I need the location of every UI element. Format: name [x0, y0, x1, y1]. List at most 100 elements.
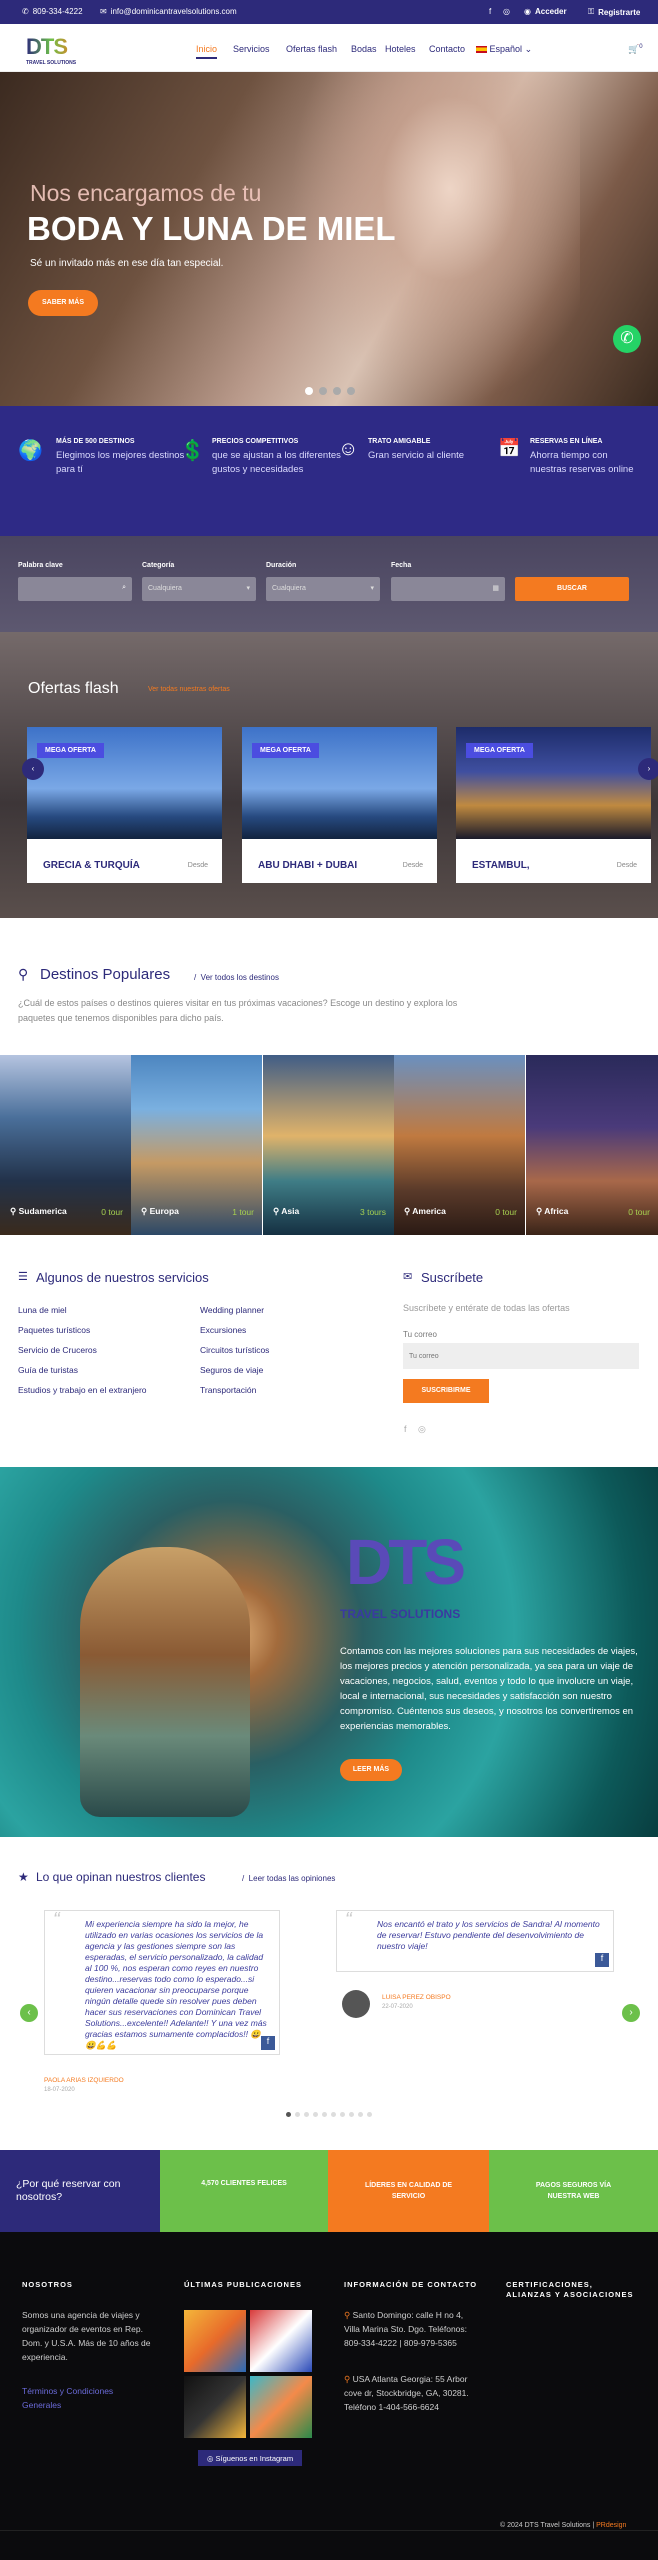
flash-all-link[interactable]: Ver todas nuestras ofertas [148, 686, 230, 693]
carousel-dot[interactable] [331, 2112, 336, 2117]
subscribe-button[interactable]: SUSCRIBIRME [403, 1379, 489, 1403]
date-input[interactable]: ▦ [391, 577, 505, 601]
offer-price-from: Desde [616, 862, 637, 869]
search-button[interactable]: BUSCAR [515, 577, 629, 601]
slider-dot[interactable] [347, 387, 355, 395]
destination-name: ⚲ Africa [536, 1206, 569, 1216]
login-link[interactable]: ◉ Acceder [524, 7, 567, 16]
register-link[interactable]: ⚿ Registrarte [588, 7, 640, 17]
offer-card[interactable]: MEGA OFERTA ESTAMBUL, Desde [456, 727, 651, 883]
email-info[interactable]: ✉ info@dominicantravelsolutions.com [100, 7, 237, 16]
instagram-post[interactable] [184, 2376, 246, 2438]
carousel-dot[interactable] [295, 2112, 300, 2117]
service-link[interactable]: Guía de turistas [18, 1365, 78, 1375]
offer-card[interactable]: MEGA OFERTA ABU DHABI + DUBAI Desde [242, 727, 437, 883]
carousel-dot[interactable] [304, 2112, 309, 2117]
tour-search-form: Palabra clave ⌕ Categoría Cualquiera ▾ Du… [0, 536, 658, 632]
calendar-icon: 📅 [498, 438, 521, 458]
testimonial-date: 18-07-2020 [44, 2087, 75, 2093]
carousel-dot[interactable] [340, 2112, 345, 2117]
carousel-dot[interactable] [358, 2112, 363, 2117]
destination-name: ⚲ Sudamerica [10, 1206, 67, 1216]
mail-icon: ✉ [100, 7, 107, 16]
feature-item: TRATO AMIGABLE Gran servicio al cliente [368, 438, 513, 463]
flash-title: Ofertas flash [28, 680, 119, 697]
slider-dot[interactable] [319, 387, 327, 395]
cart-count: 0 [639, 44, 643, 50]
carousel-dot[interactable] [322, 2112, 327, 2117]
instagram-follow-button[interactable]: ◎ Síguenos en Instagram [198, 2450, 302, 2466]
promo-read-more-button[interactable]: LEER MÁS [340, 1759, 402, 1781]
service-link[interactable]: Seguros de viaje [200, 1365, 263, 1375]
phone-info[interactable]: ✆ 809-334-4222 [22, 7, 83, 16]
money-icon: 💲 [180, 440, 205, 462]
service-link[interactable]: Transportación [200, 1385, 256, 1395]
destination-card[interactable]: ⚲ Africa 0 tour [526, 1055, 658, 1235]
nav-hoteles[interactable]: Hoteles [385, 44, 416, 54]
service-link[interactable]: Estudios y trabajo en el extranjero [18, 1385, 147, 1395]
chevron-right-icon[interactable]: › [638, 758, 658, 780]
slider-dot[interactable] [333, 387, 341, 395]
footer-terms-link[interactable]: Términos y Condiciones Generales [22, 2384, 152, 2412]
subscribe-text: Suscríbete y entérate de todas las ofert… [403, 1303, 570, 1313]
destination-card[interactable]: ⚲ Europa 1 tour [131, 1055, 262, 1235]
service-link[interactable]: Circuitos turísticos [200, 1345, 269, 1355]
language-select[interactable]: Español ⌄ [476, 44, 532, 55]
destination-card[interactable]: ⚲ America 0 tour [394, 1055, 525, 1235]
nav-inicio[interactable]: Inicio [196, 44, 218, 59]
facebook-icon[interactable]: f [404, 1424, 407, 1434]
whatsapp-icon[interactable]: ✆ [613, 325, 641, 353]
facebook-icon[interactable]: f [261, 2036, 275, 2050]
cart-icon[interactable]: 🛒0 [628, 44, 643, 55]
quote-icon: “ [345, 1909, 352, 1931]
quote-icon: “ [53, 1909, 60, 1931]
chevron-left-icon[interactable]: ‹ [22, 758, 44, 780]
why-item-quality: LÍDERES EN CALIDAD DE SERVICIO [328, 2150, 489, 2232]
service-link[interactable]: Excursiones [200, 1325, 246, 1335]
chevron-right-icon[interactable]: › [622, 2004, 640, 2022]
facebook-icon[interactable]: f [595, 1953, 609, 1967]
instagram-post[interactable] [250, 2310, 312, 2372]
instagram-icon[interactable]: ◎ [503, 7, 510, 16]
footer-contact-sd: ⚲ Santo Domingo: calle H no 4, Villa Mar… [344, 2308, 474, 2350]
testimonials-all-link[interactable]: / Leer todas las opiniones [242, 1874, 335, 1883]
instagram-post[interactable] [250, 2376, 312, 2438]
chevron-left-icon[interactable]: ‹ [20, 2004, 38, 2022]
date-label: Fecha [391, 562, 412, 569]
service-link[interactable]: Wedding planner [200, 1305, 264, 1315]
footer-copyright: © 2024 DTS Travel Solutions | PRdesign [500, 2522, 626, 2529]
service-link[interactable]: Paquetes turísticos [18, 1325, 90, 1335]
traveler-image [80, 1547, 250, 1817]
slider-dot[interactable] [305, 387, 313, 395]
instagram-post[interactable] [184, 2310, 246, 2372]
carousel-dot[interactable] [313, 2112, 318, 2117]
destination-card[interactable]: ⚲ Asia 3 tours [263, 1055, 394, 1235]
testimonial-text: Nos encantó el trato y los servicios de … [377, 1919, 600, 1951]
location-pin-icon: ⚲ [344, 2310, 351, 2320]
offer-card[interactable]: MEGA OFERTA GRECIA & TURQUÍA Desde [27, 727, 222, 883]
footer-divider [0, 2530, 658, 2531]
duration-select[interactable]: Cualquiera ▾ [266, 577, 380, 601]
nav-bodas[interactable]: Bodas [351, 44, 377, 54]
credit-link[interactable]: PRdesign [596, 2522, 626, 2529]
instagram-icon[interactable]: ◎ [418, 1424, 426, 1435]
category-select[interactable]: Cualquiera ▾ [142, 577, 256, 601]
nav-servicios[interactable]: Servicios [233, 44, 270, 54]
keyword-input[interactable]: ⌕ [18, 577, 132, 601]
subscribe-email-input[interactable] [403, 1343, 639, 1369]
carousel-dot[interactable] [286, 2112, 291, 2117]
nav-contacto[interactable]: Contacto [429, 44, 465, 54]
destination-card[interactable]: ⚲ Sudamerica 0 tour [0, 1055, 131, 1235]
testimonials-link-label: Leer todas las opiniones [248, 1874, 336, 1883]
service-link[interactable]: Servicio de Cruceros [18, 1345, 97, 1355]
carousel-dot[interactable] [349, 2112, 354, 2117]
footer-contact-usa-text: USA Atlanta Georgia: 55 Arbor cove dr, S… [344, 2374, 469, 2412]
logo[interactable]: DTS TRAVEL SOLUTIONS [26, 34, 76, 66]
destinations-all-link[interactable]: / Ver todos los destinos [194, 973, 279, 982]
service-link[interactable]: Luna de miel [18, 1305, 67, 1315]
login-label: Acceder [534, 7, 567, 16]
nav-ofertas-flash[interactable]: Ofertas flash [286, 44, 337, 54]
hero-cta-button[interactable]: SABER MÁS [28, 290, 98, 316]
facebook-icon[interactable]: f [489, 7, 491, 16]
carousel-dot[interactable] [367, 2112, 372, 2117]
